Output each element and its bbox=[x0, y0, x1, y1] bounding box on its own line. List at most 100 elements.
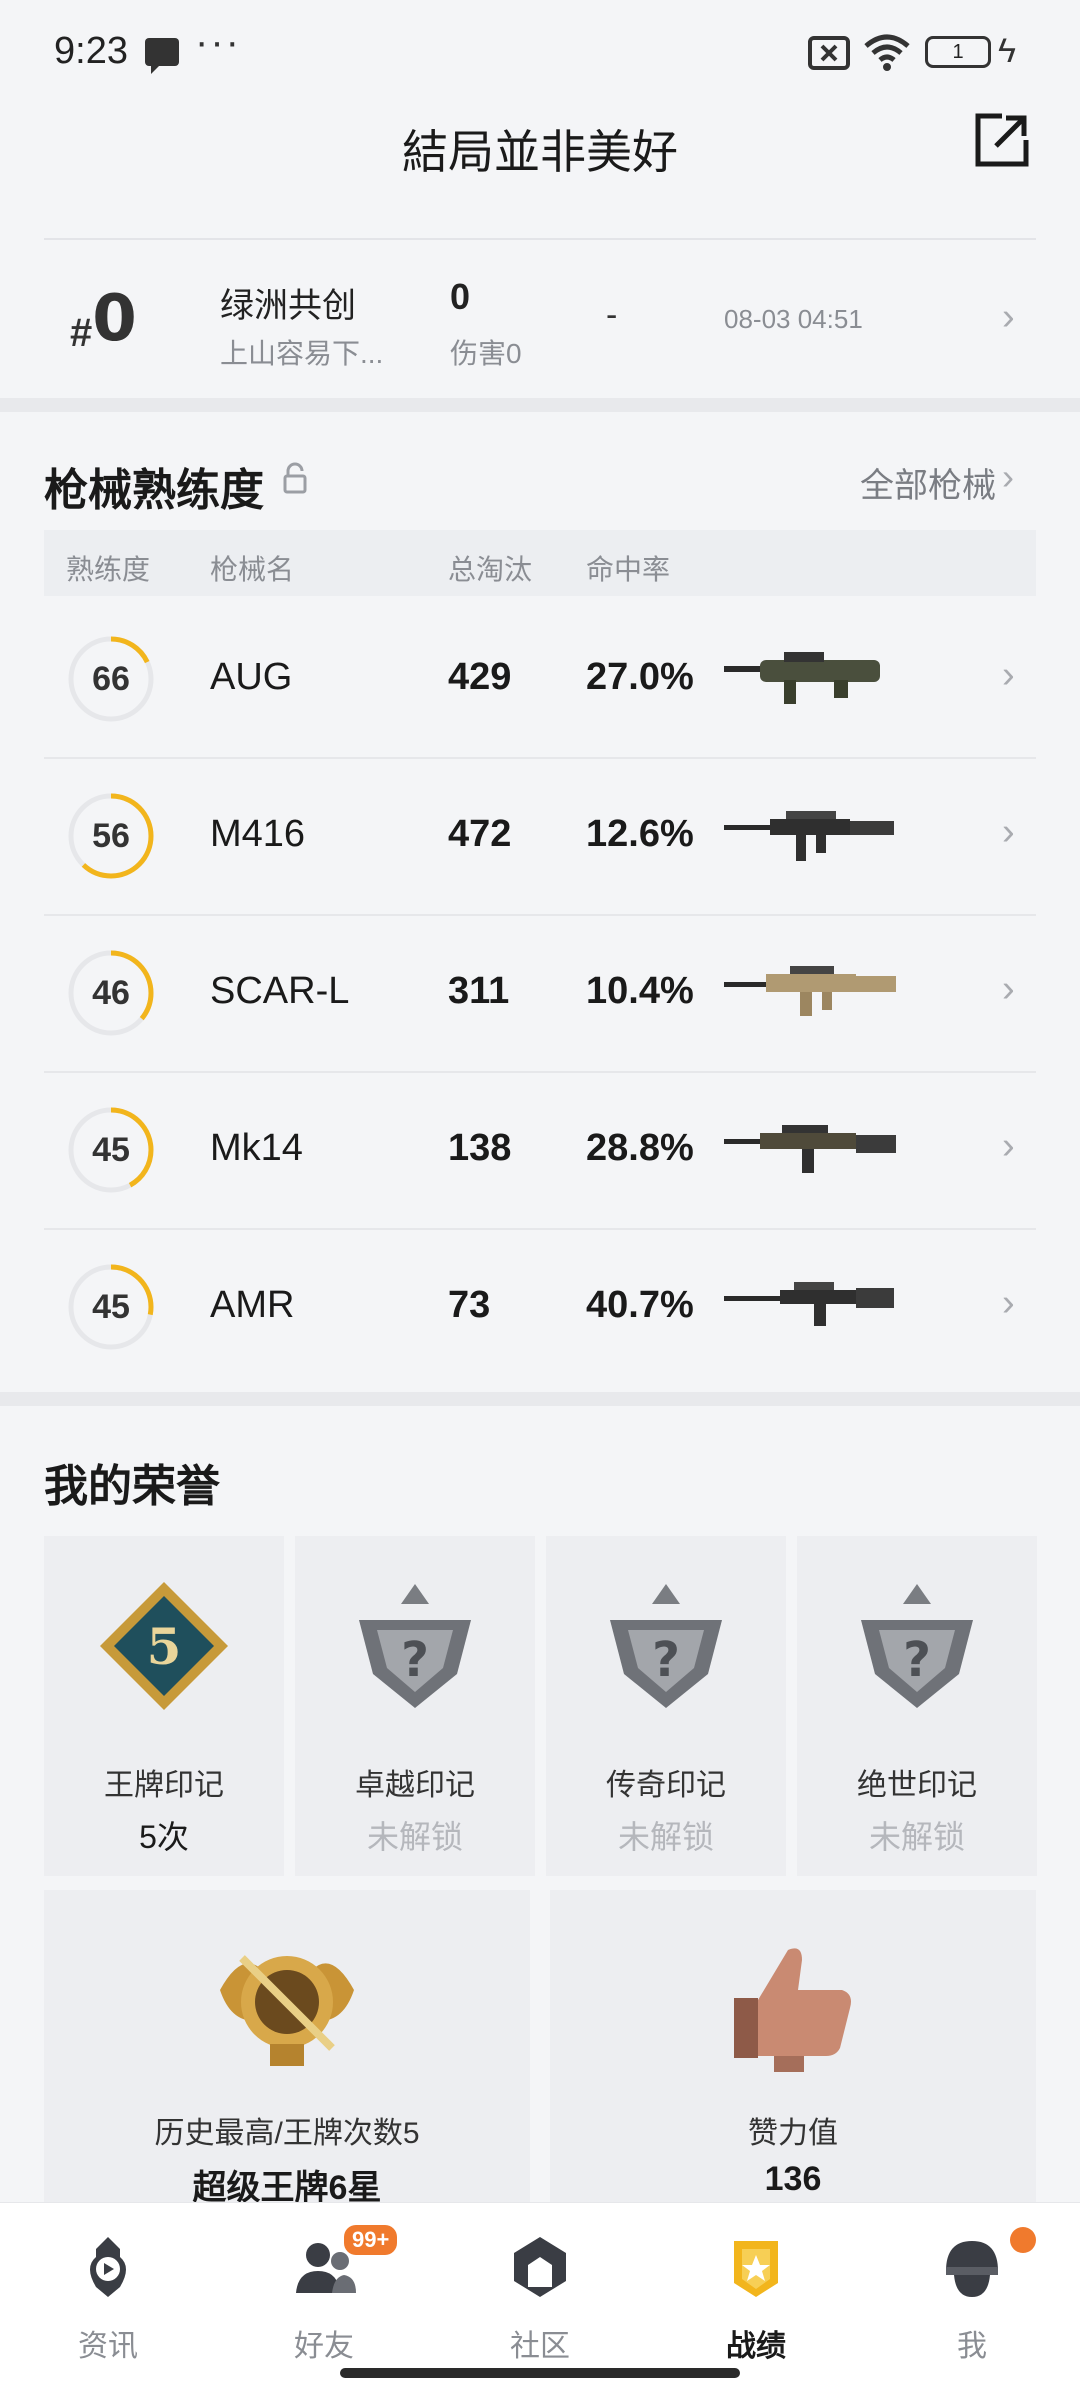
honor-value: 未解锁 bbox=[868, 1819, 965, 1855]
weapon-name: AUG bbox=[210, 656, 293, 698]
match-rank: #0 bbox=[70, 282, 137, 356]
match-kills: 0 bbox=[450, 276, 471, 317]
proficiency-level: 46 bbox=[92, 974, 130, 1012]
weapon-row[interactable]: 46 SCAR-L 311 10.4% › bbox=[44, 916, 1036, 1073]
weapon-row[interactable]: 45 AMR 73 40.7% › bbox=[44, 1230, 1036, 1387]
nav-label: 战绩 bbox=[726, 2330, 786, 2363]
likes-value: 136 bbox=[764, 2160, 822, 2198]
news-icon bbox=[90, 2237, 126, 2297]
all-weapons-link[interactable]: 全部枪械 bbox=[860, 458, 996, 507]
message-icon bbox=[145, 38, 179, 74]
weapon-kills: 73 bbox=[448, 1284, 491, 1326]
weapon-row[interactable]: 66 AUG 429 27.0% › bbox=[44, 602, 1036, 759]
team-subtitle: 上山容易下... bbox=[220, 338, 384, 369]
chevron-right-icon: › bbox=[1002, 1125, 1015, 1167]
likes-card[interactable]: 赞力值 136 bbox=[550, 1890, 1036, 2220]
highest-rank-card[interactable]: 历史最高/王牌次数5 超级王牌6星 bbox=[44, 1890, 530, 2220]
page-header: 結局並非美好 bbox=[0, 100, 1080, 240]
column-header: 命中率 bbox=[586, 554, 671, 585]
honor-value: 未解锁 bbox=[366, 1819, 463, 1855]
amr-rifle-image bbox=[724, 1282, 894, 1326]
status-bar: 9:23 ··· 1 ϟ bbox=[0, 0, 1080, 100]
share-icon[interactable] bbox=[972, 110, 1032, 170]
honor-name: 王牌印记 bbox=[104, 1769, 224, 1802]
ace-mark-badge-icon: 5 bbox=[100, 1582, 228, 1710]
weapon-name: M416 bbox=[210, 813, 306, 855]
chevron-right-icon: › bbox=[1002, 968, 1015, 1010]
weapon-name: AMR bbox=[210, 1284, 295, 1326]
proficiency-level: 45 bbox=[92, 1288, 130, 1326]
locked-badge-icon: ? bbox=[359, 1584, 471, 1708]
weapon-kills: 138 bbox=[448, 1127, 512, 1169]
scar-l-rifle-image bbox=[724, 966, 896, 1016]
weapon-kills: 311 bbox=[448, 970, 510, 1012]
honor-name: 绝世印记 bbox=[857, 1769, 977, 1802]
nav-label: 好友 bbox=[294, 2330, 354, 2363]
weapon-kills: 472 bbox=[448, 813, 512, 855]
record-icon bbox=[734, 2241, 778, 2297]
badge-text: 5 bbox=[147, 1617, 182, 1676]
section-title: 我的荣誉 bbox=[44, 1462, 220, 1511]
weapon-kills: 429 bbox=[448, 656, 512, 698]
honor-card-excellence[interactable]: ? 卓越印记 未解锁 bbox=[295, 1536, 535, 1876]
badge-text: ? bbox=[401, 1632, 429, 1688]
section-title: 枪械熟练度 bbox=[44, 466, 264, 515]
profile-icon bbox=[946, 2241, 998, 2297]
friends-count-badge: 99+ bbox=[344, 2225, 398, 2255]
weapon-row[interactable]: 56 M416 472 12.6% › bbox=[44, 759, 1036, 916]
badge-text: ? bbox=[903, 1632, 931, 1688]
lock-icon[interactable] bbox=[282, 462, 308, 496]
locked-badge-icon: ? bbox=[610, 1584, 722, 1708]
nav-item-records[interactable]: 战绩 bbox=[676, 2231, 836, 2363]
section-divider bbox=[0, 1392, 1080, 1406]
match-time: 08-03 04:51 bbox=[724, 304, 863, 334]
home-indicator[interactable] bbox=[340, 2368, 740, 2378]
weapon-name: SCAR-L bbox=[210, 970, 350, 1012]
chevron-right-icon: › bbox=[1002, 1282, 1015, 1324]
honor-card-ace[interactable]: 5 王牌印记 5次 bbox=[44, 1536, 284, 1876]
rank-number: 0 bbox=[92, 282, 137, 356]
badge-text: ? bbox=[652, 1632, 680, 1688]
no-sim-icon bbox=[808, 36, 850, 70]
mk14-rifle-image bbox=[724, 1125, 896, 1173]
nav-item-community[interactable]: 社区 bbox=[460, 2231, 620, 2363]
ace-tier-badge-icon bbox=[220, 1955, 354, 2066]
weapon-row[interactable]: 45 Mk14 138 28.8% › bbox=[44, 1073, 1036, 1230]
weapon-hit-rate: 28.8% bbox=[586, 1127, 694, 1169]
chevron-right-icon: › bbox=[1002, 296, 1015, 338]
table-header: 熟练度 枪械名 总淘汰 命中率 bbox=[44, 530, 1036, 596]
weapon-hit-rate: 10.4% bbox=[586, 970, 694, 1012]
aug-rifle-image bbox=[724, 652, 880, 704]
weapon-proficiency-section: 枪械熟练度 全部枪械 › 熟练度 枪械名 总淘汰 命中率 66 AUG 429 … bbox=[0, 412, 1080, 1392]
honor-section: 我的荣誉 5 王牌印记 5次 ? 卓越印记 未解锁 ? 传奇印记 未解锁 ? 绝… bbox=[0, 1406, 1080, 2220]
chevron-right-icon: › bbox=[1002, 811, 1015, 853]
locked-badge-icon: ? bbox=[861, 1584, 973, 1708]
column-header: 枪械名 bbox=[210, 554, 295, 585]
honor-value: 5次 bbox=[139, 1819, 189, 1855]
match-dash: - bbox=[606, 296, 618, 334]
page-title: 結局並非美好 bbox=[402, 126, 678, 178]
honor-card-legend[interactable]: ? 传奇印记 未解锁 bbox=[546, 1536, 786, 1876]
honor-name: 卓越印记 bbox=[355, 1769, 475, 1802]
nav-label: 我 bbox=[957, 2330, 987, 2363]
nav-item-friends[interactable]: 99+ 好友 bbox=[244, 2225, 404, 2363]
nav-item-news[interactable]: 资讯 bbox=[28, 2231, 188, 2363]
highest-rank-label: 历史最高/王牌次数5 bbox=[154, 2117, 420, 2150]
honor-card-peerless[interactable]: ? 绝世印记 未解锁 bbox=[797, 1536, 1037, 1876]
chevron-right-icon: › bbox=[1002, 456, 1014, 497]
status-time: 9:23 bbox=[54, 30, 128, 72]
community-icon bbox=[514, 2237, 566, 2297]
proficiency-level: 66 bbox=[92, 660, 130, 698]
nav-label: 社区 bbox=[510, 2330, 570, 2363]
notification-dot bbox=[1010, 2227, 1036, 2253]
team-name: 绿洲共创 bbox=[220, 287, 356, 325]
likes-label: 赞力值 bbox=[748, 2117, 838, 2150]
thumbs-up-icon bbox=[734, 1948, 851, 2072]
m416-rifle-image bbox=[724, 811, 894, 861]
nav-item-me[interactable]: 我 bbox=[892, 2227, 1052, 2363]
proficiency-level: 45 bbox=[92, 1131, 130, 1169]
weapon-hit-rate: 12.6% bbox=[586, 813, 694, 855]
chevron-right-icon: › bbox=[1002, 654, 1015, 696]
recent-match-row[interactable]: #0 绿洲共创 上山容易下... 0 伤害0 - 08-03 04:51 › bbox=[0, 240, 1080, 398]
more-notifications-icon: ··· bbox=[195, 20, 241, 64]
